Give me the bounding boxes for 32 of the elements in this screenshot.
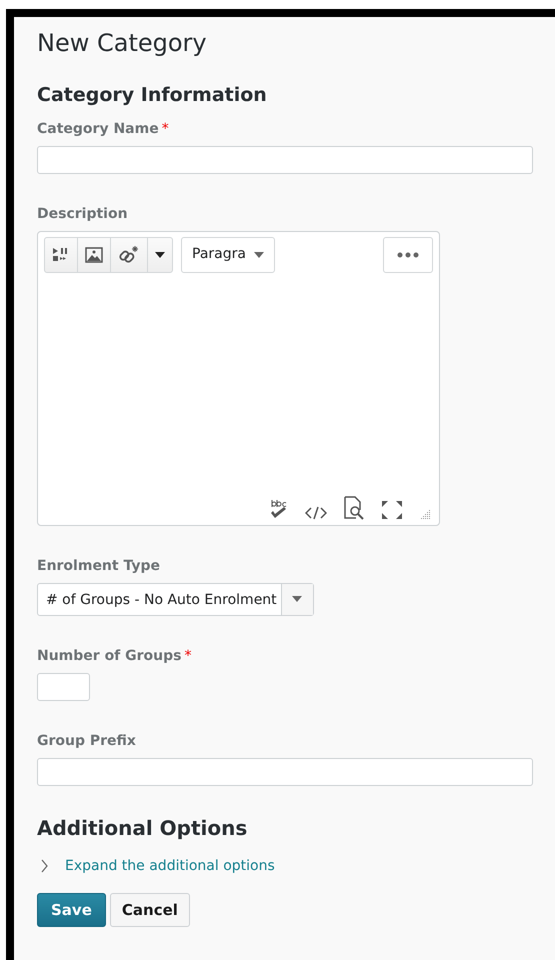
required-asterisk: * <box>184 646 192 666</box>
chevron-icon[interactable] <box>41 859 49 874</box>
field-label: Category Name <box>37 120 159 139</box>
link-icon <box>118 244 140 265</box>
format-dropdown[interactable]: Paragra <box>181 236 275 273</box>
image-icon <box>85 246 103 263</box>
editor-box[interactable]: Paragra <box>37 230 440 526</box>
save-button[interactable]: Save <box>37 892 106 928</box>
fullscreen-icon <box>381 500 403 520</box>
number-field[interactable] <box>37 672 90 701</box>
caret-icon <box>292 596 302 602</box>
code-icon <box>305 506 327 520</box>
field-label: Enrolment Type <box>37 556 160 576</box>
text-field[interactable] <box>37 146 533 174</box>
spellcheck-icon <box>269 498 289 520</box>
expand-link[interactable]: Expand the additional options <box>65 856 275 877</box>
cancel-button[interactable]: Cancel <box>110 892 190 928</box>
section-heading: Category Information <box>37 84 268 107</box>
preview-icon <box>343 496 365 520</box>
text-field[interactable] <box>37 758 533 786</box>
field-label: Description <box>37 204 128 224</box>
caret-icon <box>254 252 264 258</box>
more-insert-icon <box>155 252 165 258</box>
required-asterisk: * <box>162 120 169 139</box>
page-title: New Category <box>37 29 208 58</box>
more-options-button[interactable] <box>383 236 433 273</box>
media-icon <box>52 246 70 263</box>
field-label: Number of Groups <box>37 646 182 666</box>
more-options-icon <box>397 252 419 258</box>
section-heading: Additional Options <box>37 816 248 840</box>
field-label: Group Prefix <box>37 732 136 751</box>
dropdown-field[interactable]: # of Groups - No Auto Enrolment <box>37 582 314 616</box>
